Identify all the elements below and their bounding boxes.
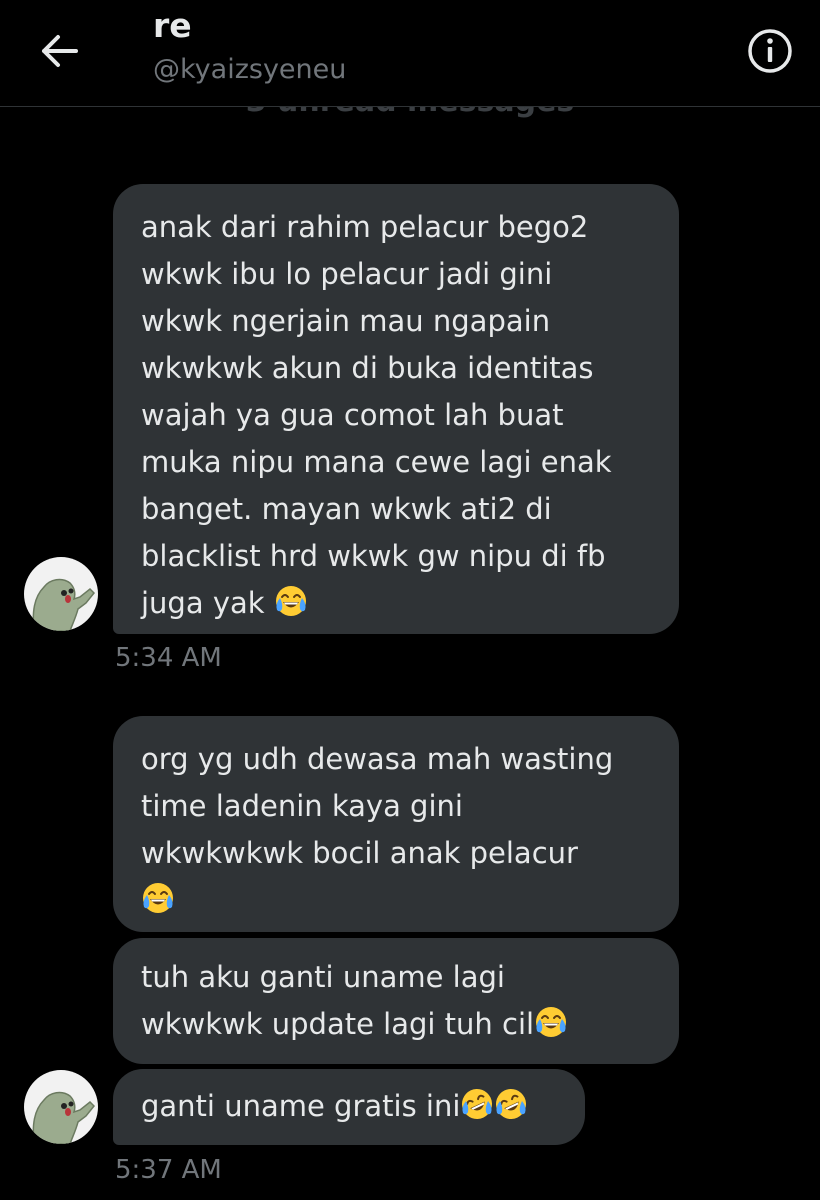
message-text-line	[141, 877, 651, 924]
tears-of-joy-emoji-icon	[275, 586, 306, 616]
message-text-line: org yg udh dewasa mah wasting	[141, 742, 614, 776]
info-button[interactable]	[745, 26, 795, 76]
message-emoji	[274, 586, 308, 620]
message-text-line: juga yak	[141, 580, 651, 627]
rolling-laughing-emoji-icon	[462, 1089, 493, 1119]
message-emoji	[534, 1007, 568, 1041]
avatar[interactable]	[24, 557, 98, 631]
message-text-line: anak dari rahim pelacur bego2	[141, 210, 589, 244]
message-emoji	[141, 883, 175, 917]
message-text-line: wkwk ngerjain mau ngapain	[141, 304, 551, 338]
arrow-left-icon	[42, 35, 78, 67]
message-text-line: banget. mayan wkwk ati2 di	[141, 492, 552, 526]
message-timestamp: 5:37 AM	[115, 1155, 222, 1185]
message-text-line: wkwkwk akun di buka identitas	[141, 351, 594, 385]
info-circle-icon	[748, 29, 792, 73]
message-bubble[interactable]: ganti uname gratis ini	[113, 1069, 585, 1145]
message-text-line: wajah ya gua comot lah buat	[141, 398, 564, 432]
message-text-line: ganti uname gratis ini	[141, 1083, 557, 1130]
message-text-line: wkwkwkwk bocil anak pelacur	[141, 836, 578, 870]
message-timestamp: 5:34 AM	[115, 643, 222, 673]
message-bubble[interactable]: anak dari rahim pelacur bego2 wkwk ibu lo…	[113, 184, 679, 634]
rolling-laughing-emoji-icon	[496, 1089, 527, 1119]
tears-of-joy-emoji-icon	[143, 883, 173, 913]
message-text-line: wkwkwk update lagi tuh cil	[141, 1001, 651, 1048]
conversation-header: re @kyaizsyeneu	[0, 0, 820, 107]
message-text-line: time ladenin kaya gini	[141, 789, 463, 823]
message-emoji	[460, 1089, 528, 1123]
back-button[interactable]	[34, 26, 84, 76]
tears-of-joy-emoji-icon	[536, 1007, 567, 1037]
message-text-line: muka nipu mana cewe lagi enak	[141, 445, 612, 479]
message-text-line: tuh aku ganti uname lagi	[141, 960, 505, 994]
message-bubble[interactable]: org yg udh dewasa mah wasting time ladeni…	[113, 716, 679, 932]
conversation-title[interactable]: re	[153, 6, 192, 46]
message-text-line: wkwk ibu lo pelacur jadi gini	[141, 257, 553, 291]
avatar[interactable]	[24, 1070, 98, 1144]
message-bubble[interactable]: tuh aku ganti uname lagi wkwkwk update la…	[113, 938, 679, 1064]
message-text-line: blacklist hrd wkwk gw nipu di fb	[141, 539, 606, 573]
conversation-handle[interactable]: @kyaizsyeneu	[153, 52, 346, 88]
